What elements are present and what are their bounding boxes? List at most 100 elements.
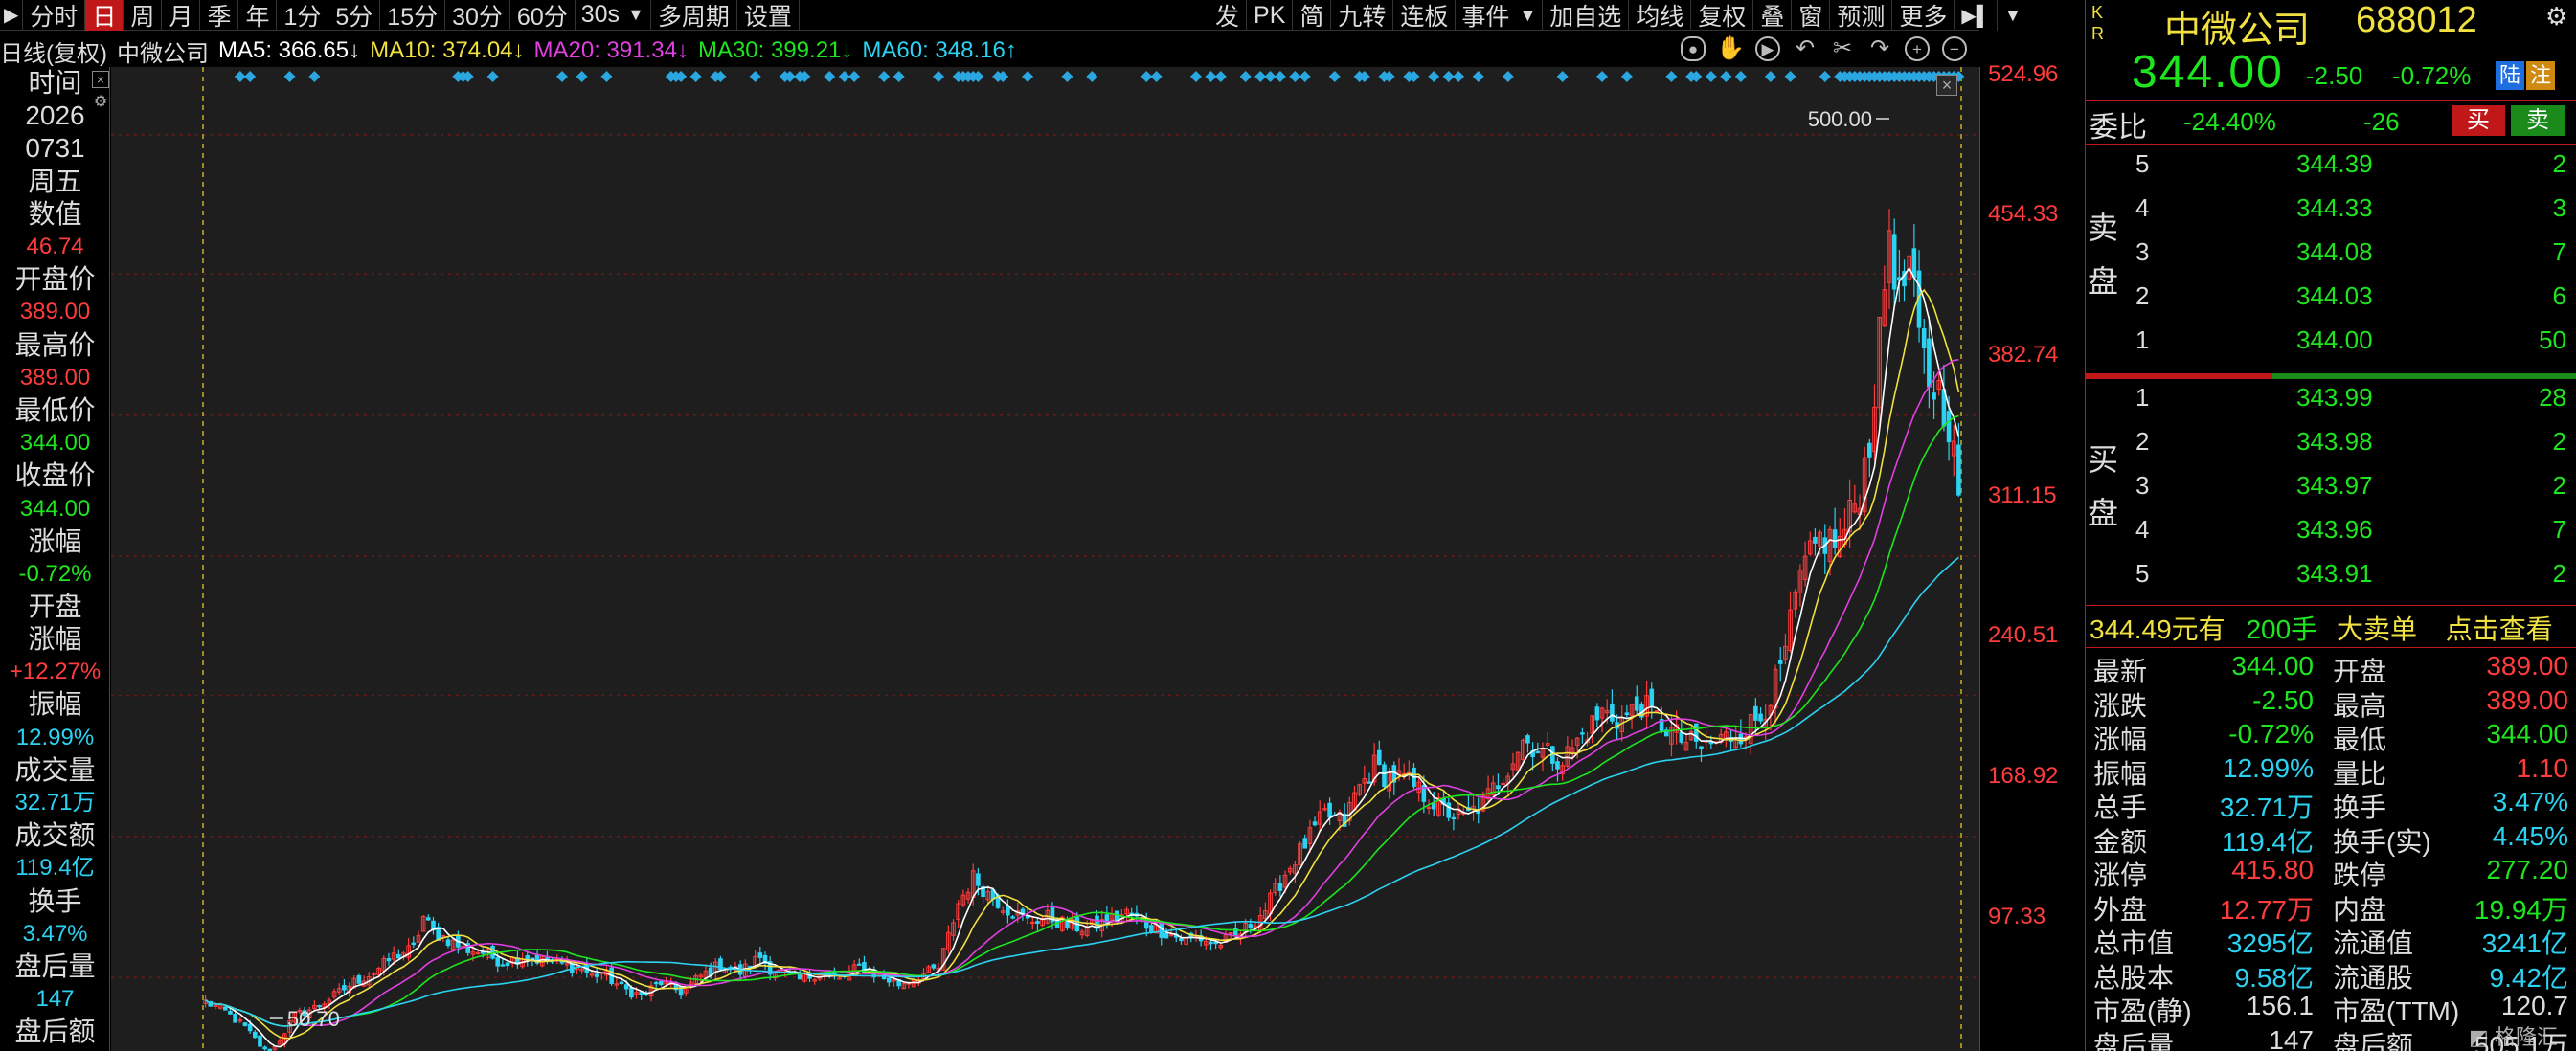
- redo-icon[interactable]: ↷: [1867, 36, 1892, 61]
- info-value-value: 46.74: [26, 234, 84, 260]
- btn-add-watchlist[interactable]: 加自选: [1543, 0, 1630, 31]
- ask-price: 344.39: [2296, 149, 2373, 178]
- eye-icon[interactable]: ●: [1681, 36, 1706, 61]
- zoom-in-icon[interactable]: +: [1905, 36, 1930, 61]
- big-order-link[interactable]: 点击查看: [2446, 615, 2553, 644]
- candle-body: [1832, 529, 1838, 548]
- btn-ma[interactable]: 均线: [1629, 0, 1692, 31]
- buy-button[interactable]: 买: [2452, 105, 2505, 136]
- bid-row[interactable]: 1 343.99 28: [2124, 383, 2574, 427]
- btn-events[interactable]: 事件 ▼: [1456, 0, 1544, 31]
- btn-fuquan[interactable]: 复权: [1691, 0, 1754, 31]
- candle-body: [1006, 906, 1010, 916]
- candle-body: [1624, 712, 1630, 716]
- big-order-banner[interactable]: 344.49元有 200手 大卖单 点击查看: [2090, 609, 2574, 644]
- stock-name: 中微公司: [2164, 11, 2311, 51]
- sidebar-toggle-icon[interactable]: ▶: [0, 0, 24, 31]
- tab-yearly[interactable]: 年: [238, 0, 278, 31]
- candle-body: [1446, 802, 1452, 818]
- btn-window[interactable]: 窗: [1792, 0, 1831, 31]
- caret-down-icon[interactable]: ▼: [1998, 0, 2028, 31]
- btn-jian[interactable]: 简: [1293, 0, 1332, 31]
- candle-body: [619, 981, 624, 985]
- quote-label: 总市值: [2093, 928, 2175, 958]
- ma30-label: MA30: 399.21↓: [697, 37, 853, 63]
- badge-zhu[interactable]: 注: [2526, 61, 2555, 90]
- quote-value: 9.42亿: [2489, 962, 2569, 993]
- ask-row[interactable]: 1 344.00 50: [2124, 325, 2574, 369]
- info-label-amplitude: 振幅: [28, 689, 82, 720]
- btn-fa[interactable]: 发: [1209, 0, 1248, 31]
- bid-row[interactable]: 3 343.97 2: [2124, 471, 2574, 515]
- tab-60min[interactable]: 60分: [510, 0, 576, 31]
- tab-fenshi[interactable]: 分时: [23, 0, 86, 31]
- quote-value: 344.00: [2486, 719, 2568, 749]
- ma10-label: MA10: 374.04↓: [370, 37, 525, 63]
- ma20-label: MA20: 391.34↓: [533, 37, 689, 63]
- quote-label: 跌停: [2333, 861, 2387, 890]
- tab-1min[interactable]: 1分: [277, 0, 329, 31]
- quote-row: 总手 32.71万 换手 3.47%: [2093, 787, 2572, 822]
- scissors-icon[interactable]: ✂: [1830, 36, 1855, 61]
- candle-body: [252, 1031, 258, 1039]
- bid-level: 5: [2135, 559, 2150, 588]
- candle-body: [1302, 838, 1308, 849]
- candle-body: [1164, 932, 1169, 939]
- btn-overlay[interactable]: 叠: [1753, 0, 1793, 31]
- tab-monthly[interactable]: 月: [162, 0, 201, 31]
- undo-icon[interactable]: ↶: [1793, 36, 1818, 61]
- event-diamond-icon: [1453, 71, 1465, 82]
- tab-30s[interactable]: 30s ▼: [576, 0, 651, 31]
- sell-button[interactable]: 卖: [2511, 105, 2565, 136]
- info-label-value: 数值: [28, 198, 82, 229]
- candle-body: [1451, 816, 1457, 820]
- expand-icon[interactable]: ▶▌: [1955, 0, 1998, 31]
- candle-body: [1708, 742, 1714, 745]
- close-icon[interactable]: ×: [92, 71, 109, 88]
- tab-30min[interactable]: 30分: [445, 0, 510, 31]
- tab-weekly[interactable]: 周: [124, 0, 163, 31]
- bid-row[interactable]: 5 343.91 2: [2124, 559, 2574, 603]
- hand-icon[interactable]: ✋: [1716, 36, 1745, 61]
- kline-chart[interactable]: 500.00 50.70 ×: [111, 67, 1979, 1051]
- ask-row[interactable]: 3 344.08 7: [2124, 237, 2574, 281]
- candle-body: [1179, 937, 1184, 942]
- badge-lu[interactable]: 陆: [2496, 61, 2524, 90]
- btn-jiuzhuan[interactable]: 九转: [1331, 0, 1394, 31]
- chart-close-icon[interactable]: ×: [1936, 75, 1957, 96]
- candle-body: [629, 987, 634, 998]
- ask-row[interactable]: 5 344.39 2: [2124, 149, 2574, 193]
- min-label: 50.70: [287, 1007, 340, 1031]
- quote-value: -0.72%: [2228, 719, 2314, 749]
- btn-more[interactable]: 更多: [1892, 0, 1955, 31]
- candle-body: [258, 1035, 262, 1047]
- quote-row: 涨停 415.80 跌停 277.20: [2093, 855, 2572, 890]
- tab-5min[interactable]: 5分: [328, 0, 381, 31]
- tab-quarterly[interactable]: 季: [200, 0, 239, 31]
- event-diamond-icon: [486, 71, 499, 82]
- gear-icon[interactable]: ⚙: [92, 94, 109, 111]
- candle-body: [623, 984, 629, 990]
- period-label: 日线(复权): [0, 40, 107, 67]
- ask-row[interactable]: 2 344.03 6: [2124, 281, 2574, 325]
- tab-daily[interactable]: 日: [85, 0, 124, 31]
- candle-body: [247, 1023, 253, 1032]
- bid-volume: 2: [2552, 559, 2566, 588]
- bid-row[interactable]: 4 343.96 7: [2124, 515, 2574, 559]
- btn-lianban[interactable]: 连板: [1393, 0, 1457, 31]
- play-icon[interactable]: ▶: [1755, 36, 1780, 61]
- event-diamond-icon: [555, 71, 568, 82]
- weicha: -26: [2363, 107, 2400, 136]
- ask-row[interactable]: 4 344.33 3: [2124, 193, 2574, 237]
- bid-row[interactable]: 2 343.98 2: [2124, 427, 2574, 471]
- zoom-out-icon[interactable]: −: [1942, 36, 1967, 61]
- settings-gear-icon[interactable]: ⚙: [2545, 2, 2567, 32]
- tab-settings[interactable]: 设置: [737, 0, 800, 31]
- btn-pk[interactable]: PK: [1247, 0, 1294, 31]
- btn-forecast[interactable]: 预测: [1830, 0, 1893, 31]
- tab-15min[interactable]: 15分: [380, 0, 446, 31]
- info-value-volume: 32.71万: [14, 790, 96, 816]
- tab-multi-period[interactable]: 多周期: [651, 0, 737, 31]
- bid-volume: 2: [2552, 471, 2566, 500]
- candle-body: [505, 962, 510, 967]
